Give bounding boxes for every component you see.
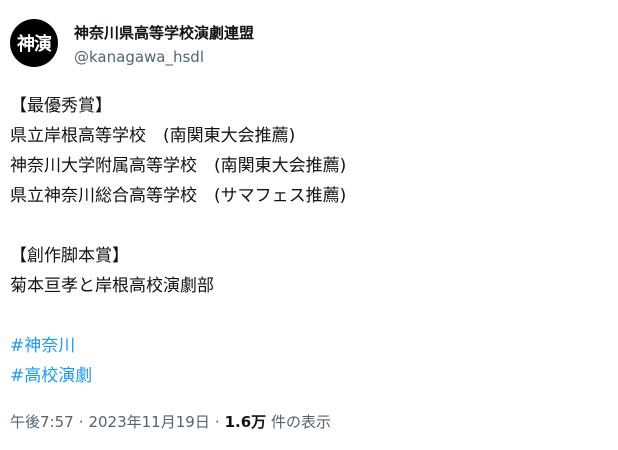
tweet-text: 【最優秀賞】 県立岸根高等学校 (南関東大会推薦) 神奈川大学附属高等学校 (南… (10, 91, 608, 391)
tweet-line-school-1: 県立岸根高等学校 (南関東大会推薦) (10, 126, 296, 146)
handle[interactable]: @kanagawa_hsdl (74, 47, 254, 67)
tweet-line-script-award-winner: 菊本亘孝と岸根高校演劇部 (10, 276, 214, 296)
post-time[interactable]: 午後7:57 (10, 413, 74, 431)
separator-dot: · (214, 413, 220, 431)
separator-dot: · (78, 413, 84, 431)
post-date[interactable]: 2023年11月19日 (88, 413, 209, 431)
tweet-line-award-heading: 【最優秀賞】 (10, 96, 112, 116)
hashtag-line: #高校演劇 (10, 361, 608, 391)
views-count: 1.6万 (224, 413, 267, 431)
hashtag-link[interactable]: #高校演劇 (10, 366, 92, 386)
author-names: 神奈川県高等学校演劇連盟 @kanagawa_hsdl (74, 23, 254, 67)
avatar[interactable]: 神演 (10, 19, 58, 67)
tweet-card: 神演 神奈川県高等学校演劇連盟 @kanagawa_hsdl 【最優秀賞】 県立… (0, 0, 618, 450)
tweet-line-script-award-heading: 【創作脚本賞】 (10, 246, 129, 266)
tweet-meta: 午後7:57 · 2023年11月19日 · 1.6万 件の表示 (10, 412, 331, 432)
display-name[interactable]: 神奈川県高等学校演劇連盟 (74, 23, 254, 43)
hashtag-line: #神奈川 (10, 331, 608, 361)
tweet-line-school-2: 神奈川大学附属高等学校 (南関東大会推薦) (10, 156, 347, 176)
views-label: 件の表示 (270, 413, 331, 431)
tweet-line-school-3: 県立神奈川総合高等学校 (サマフェス推薦) (10, 186, 347, 206)
hashtag-link[interactable]: #神奈川 (10, 336, 75, 356)
